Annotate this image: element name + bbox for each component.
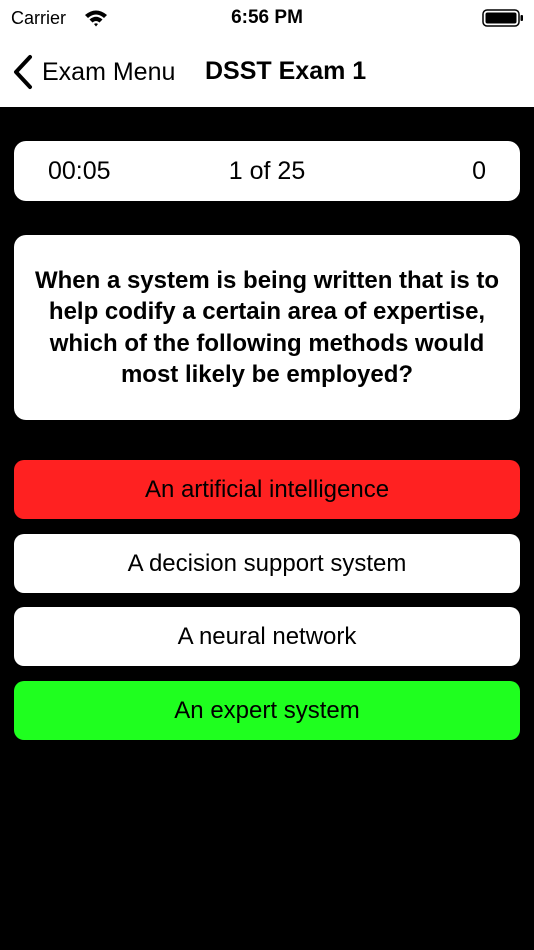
answer-option-2[interactable]: A decision support system: [14, 534, 520, 593]
answer-option-1[interactable]: An artificial intelligence: [14, 460, 520, 519]
exam-timer: 00:05: [48, 157, 111, 185]
answer-option-3[interactable]: A neural network: [14, 607, 520, 666]
question-text: When a system is being written that is t…: [34, 266, 500, 389]
answer-option-4[interactable]: An expert system: [14, 681, 520, 740]
top-header: Carrier 6:56 PM Exam Menu DSST Exam 1: [0, 0, 534, 107]
navigation-bar: Exam Menu DSST Exam 1: [0, 40, 534, 104]
page-title: DSST Exam 1: [205, 57, 367, 85]
exam-stats-card: 1 of 25 00:05 0: [14, 141, 520, 201]
answer-option-label: An expert system: [174, 696, 360, 724]
status-time: 6:56 PM: [231, 7, 303, 28]
chevron-left-icon: [14, 55, 32, 89]
answer-option-label: A neural network: [177, 622, 357, 650]
answer-option-label: A decision support system: [127, 549, 407, 577]
back-button-label: Exam Menu: [42, 57, 176, 86]
exam-score: 0: [472, 157, 486, 185]
answer-option-label: An artificial intelligence: [144, 475, 390, 503]
battery-icon: [482, 9, 523, 27]
status-bar: Carrier 6:56 PM: [0, 0, 534, 38]
question-card: When a system is being written that is t…: [14, 235, 520, 420]
back-button[interactable]: Exam Menu: [12, 52, 175, 92]
